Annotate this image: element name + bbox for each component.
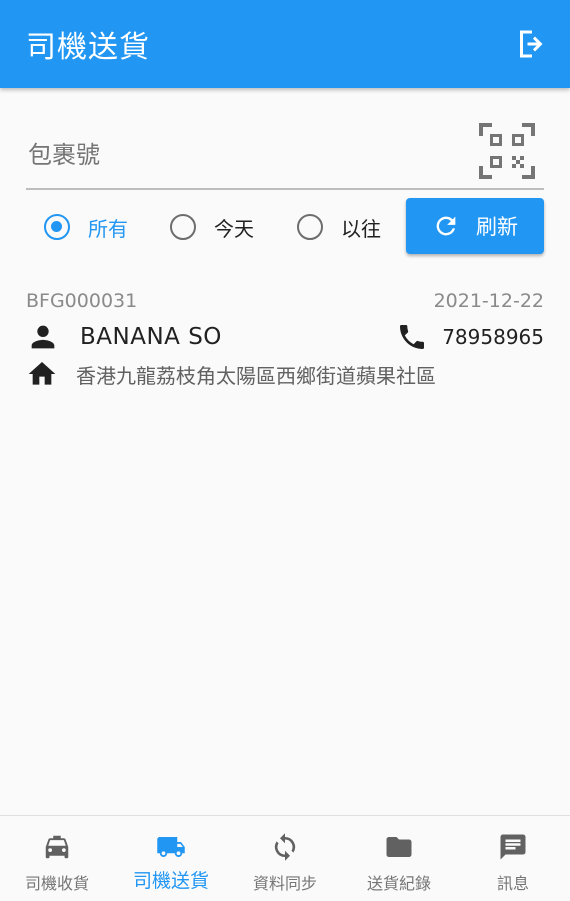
logout-icon [520, 30, 543, 58]
filter-today-radio[interactable]: 今天 [170, 212, 254, 242]
refresh-icon [436, 216, 456, 236]
folder-icon [386, 837, 412, 857]
nav-messages[interactable]: 訊息 [456, 816, 570, 901]
nav-driver-delivery[interactable]: 司機送貨 [114, 816, 228, 901]
recipient-phone: 78958965 [442, 325, 544, 349]
qr-scan-icon [479, 123, 535, 179]
taxi-icon [45, 835, 69, 859]
nav-data-sync[interactable]: 資料同步 [228, 816, 342, 901]
nav-label: 資料同步 [252, 874, 317, 893]
qr-scan-button[interactable] [478, 122, 536, 180]
refresh-label: 刷新 [476, 215, 518, 239]
radio-button[interactable] [170, 214, 196, 240]
page-title: 司機送貨 [26, 30, 150, 65]
filter-past-label: 以往 [341, 216, 381, 241]
nav-delivery-records[interactable]: 送貨紀錄 [342, 816, 456, 901]
filter-all-label: 所有 [88, 216, 128, 241]
filter-today-label: 今天 [214, 216, 254, 241]
nav-driver-pickup[interactable]: 司機收貨 [0, 816, 114, 901]
nav-label: 送貨紀錄 [366, 874, 431, 893]
filter-all-radio[interactable]: 所有 [44, 212, 128, 242]
filter-past-radio[interactable]: 以往 [297, 212, 381, 242]
radio-button[interactable] [297, 214, 323, 240]
date-filter-row: 所有 今天 以往 刷新 [0, 198, 570, 256]
app-bar: 司機送貨 [0, 0, 570, 88]
person-icon [31, 325, 55, 349]
phone-row[interactable]: 78958965 [396, 320, 544, 354]
bottom-navigation: 司機收貨 司機送貨 資料同步 送貨紀錄 訊息 [0, 815, 570, 901]
phone-icon [400, 325, 425, 349]
delivery-list-item[interactable]: BFG000031 2021-12-22 BANANA SO 78958965 … [26, 290, 544, 400]
recipient-row: BANANA SO [26, 320, 222, 354]
nav-label: 司機收貨 [24, 874, 89, 893]
logout-button[interactable] [514, 26, 550, 62]
parcel-id: BFG000031 [26, 290, 138, 312]
parcel-number-input[interactable] [26, 136, 460, 174]
parcel-search [26, 118, 544, 190]
refresh-button[interactable]: 刷新 [406, 198, 544, 254]
sync-icon [274, 833, 296, 861]
nav-label: 司機送貨 [132, 870, 209, 892]
message-icon [500, 834, 526, 860]
home-icon [28, 362, 56, 385]
delivery-date: 2021-12-22 [433, 290, 544, 312]
nav-label: 訊息 [496, 874, 529, 893]
recipient-name: BANANA SO [80, 324, 222, 350]
recipient-address: 香港九龍荔枝角太陽區西鄉街道蘋果社區 [76, 363, 436, 388]
address-row: 香港九龍荔枝角太陽區西鄉街道蘋果社區 [26, 358, 436, 390]
radio-button-checked[interactable] [44, 214, 70, 240]
truck-icon [157, 837, 185, 857]
